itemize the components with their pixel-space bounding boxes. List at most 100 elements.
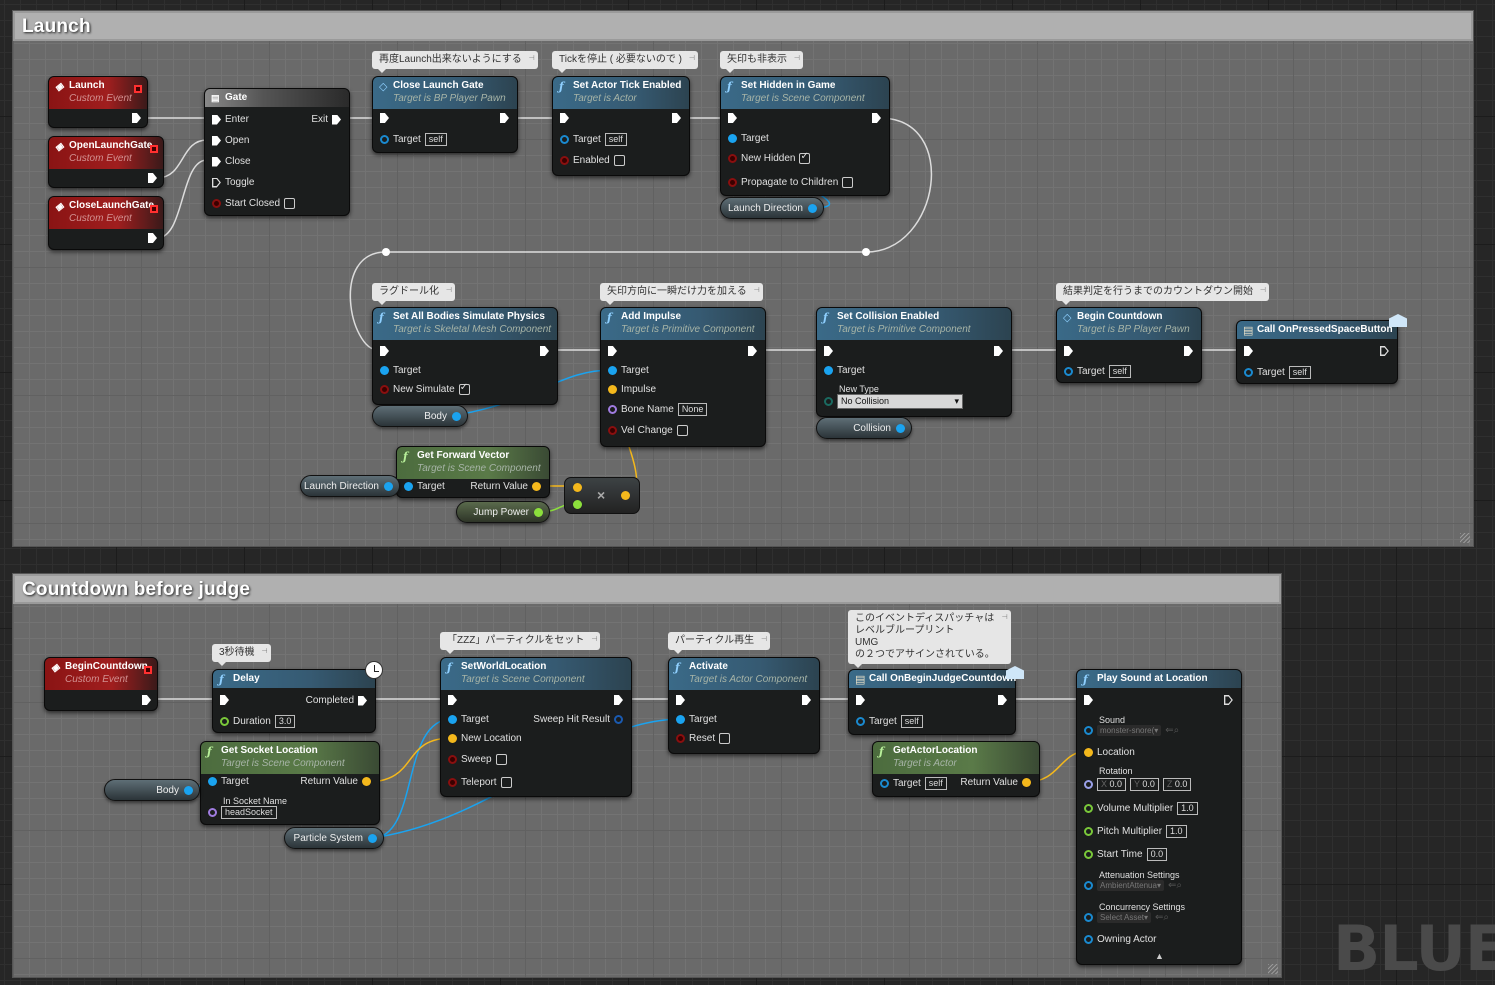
bool-pin[interactable] [380, 385, 389, 394]
exec-in-pin[interactable] [1064, 346, 1073, 356]
bool-pin[interactable] [676, 734, 685, 743]
name-pin[interactable] [208, 808, 217, 817]
object-pin[interactable] [1084, 726, 1093, 735]
exec-out-pin[interactable] [614, 695, 623, 705]
node-set-all-bodies-simulate-physics[interactable]: ƒ Set All Bodies Simulate Physics Target i… [372, 307, 558, 405]
float-pin[interactable] [573, 500, 582, 509]
object-pin[interactable] [1084, 881, 1093, 890]
bool-pin[interactable] [728, 154, 737, 163]
var-launch-direction[interactable]: Launch Direction [720, 197, 824, 219]
resize-handle[interactable] [1460, 533, 1470, 543]
object-pin[interactable] [1084, 913, 1093, 922]
object-pin[interactable] [560, 135, 569, 144]
bool-pin[interactable] [608, 426, 617, 435]
bool-pin[interactable] [448, 755, 457, 764]
float-pin[interactable] [1084, 804, 1093, 813]
concurrency-asset-picker[interactable]: Select Asset▾ [1097, 912, 1152, 923]
float-pin[interactable] [1084, 827, 1093, 836]
delegate-pin-icon[interactable] [134, 85, 142, 93]
object-pin[interactable] [448, 715, 457, 724]
object-pin[interactable] [380, 135, 389, 144]
exec-in-pin[interactable] [1084, 695, 1093, 705]
node-close-launch-gate[interactable]: ◇ Close Launch Gate Target is BP Player Pa… [372, 76, 518, 153]
object-pin[interactable] [676, 715, 685, 724]
sweep-checkbox[interactable] [495, 754, 507, 765]
reset-checkbox[interactable] [719, 733, 731, 744]
float-pin[interactable] [220, 717, 229, 726]
exec-in-pin[interactable] [380, 346, 389, 356]
exec-out-pin[interactable] [358, 695, 367, 706]
node-activate[interactable]: ƒ Activate Target is Actor Component Targe… [668, 657, 820, 754]
node-call-onpressedspacebutton[interactable]: ▤ Call OnPressedSpaceButton Target self [1236, 320, 1398, 384]
rotator-pin[interactable] [1084, 780, 1093, 789]
object-pin[interactable] [384, 481, 393, 491]
delegate-pin-icon[interactable] [144, 666, 152, 674]
exec-in-pin[interactable] [212, 114, 221, 125]
name-pin[interactable] [608, 405, 617, 414]
node-add-impulse[interactable]: ƒ Add Impulse Target is Primitive Componen… [600, 307, 766, 447]
rotation-y-field[interactable]: Y 0.0 [1130, 778, 1159, 791]
object-pin[interactable] [1244, 368, 1253, 377]
var-collision[interactable]: Collision [816, 417, 912, 439]
propagate-checkbox[interactable] [842, 177, 854, 188]
node-call-onbeginjudgecountdown[interactable]: ▤ Call OnBeginJudgeCountdown Target self [848, 669, 1016, 735]
exec-out-pin[interactable] [672, 113, 681, 123]
node-get-forward-vector[interactable]: ƒ Get Forward Vector Target is Scene Compo… [396, 446, 550, 498]
new-hidden-checkbox[interactable] [799, 151, 811, 164]
node-multiply[interactable]: × [564, 477, 640, 514]
collapse-arrow-icon[interactable]: ▲ [1155, 951, 1164, 961]
var-jump-power[interactable]: Jump Power [456, 501, 550, 523]
rotation-x-field[interactable]: X 0.0 [1097, 778, 1127, 791]
exec-in-pin[interactable] [728, 113, 737, 123]
exec-out-pin[interactable] [540, 346, 549, 356]
exec-in-pin[interactable] [220, 695, 229, 705]
bool-pin[interactable] [728, 178, 737, 187]
exec-in-pin[interactable] [608, 346, 617, 356]
node-set-actor-tick-enabled[interactable]: ƒ Set Actor Tick Enabled Target is Actor T… [552, 76, 690, 176]
object-pin[interactable] [380, 366, 389, 375]
enabled-checkbox[interactable] [613, 155, 625, 166]
exec-out-pin[interactable] [132, 113, 141, 123]
object-pin[interactable] [608, 366, 617, 375]
exec-out-pin[interactable] [872, 113, 881, 123]
exec-out-pin[interactable] [802, 695, 811, 705]
socket-name-field[interactable]: headSocket [221, 806, 277, 819]
attenuation-asset-picker[interactable]: AmbientAttenua▾ [1097, 880, 1164, 891]
vector-pin[interactable] [608, 385, 617, 394]
new-type-dropdown[interactable]: No Collision ▾ [837, 394, 963, 409]
node-get-socket-location[interactable]: ƒ Get Socket Location Target is Scene Comp… [200, 741, 380, 825]
node-set-collision-enabled[interactable]: ƒ Set Collision Enabled Target is Primitiv… [816, 307, 1012, 417]
object-pin[interactable] [896, 423, 905, 433]
object-pin[interactable] [1084, 935, 1093, 944]
exec-out-pin[interactable] [1184, 346, 1193, 356]
node-delay[interactable]: ƒ Delay Completed Duration 3.0 [212, 669, 376, 733]
object-pin[interactable] [808, 203, 817, 213]
resize-handle[interactable] [1268, 964, 1278, 974]
exec-out-pin[interactable] [1224, 695, 1233, 705]
vector-pin[interactable] [1084, 748, 1093, 757]
exec-out-pin[interactable] [748, 346, 757, 356]
object-pin[interactable] [452, 411, 461, 421]
enum-pin[interactable] [824, 397, 833, 406]
vector-pin[interactable] [362, 777, 371, 786]
object-pin[interactable] [404, 482, 413, 491]
node-play-sound-at-location[interactable]: ƒ Play Sound at Location Sound monster-sn… [1076, 669, 1242, 965]
exec-out-pin[interactable] [500, 113, 509, 123]
new-simulate-checkbox[interactable] [458, 382, 470, 395]
vector-pin[interactable] [448, 734, 457, 743]
object-pin[interactable] [208, 777, 217, 786]
exec-in-pin[interactable] [676, 695, 685, 705]
float-pin[interactable] [534, 507, 543, 517]
node-setworldlocation[interactable]: ƒ SetWorldLocation Target is Scene Compone… [440, 657, 632, 797]
var-body[interactable]: Body [372, 405, 468, 427]
struct-pin[interactable] [614, 715, 623, 724]
exec-in-pin[interactable] [212, 156, 221, 167]
sound-asset-picker[interactable]: monster-snore(▾ [1097, 725, 1162, 736]
exec-out-pin[interactable] [148, 233, 157, 243]
node-openlaunchgate-event[interactable]: ◈ OpenLaunchGate Custom Event [48, 136, 164, 188]
exec-in-pin[interactable] [1244, 346, 1253, 356]
bool-pin[interactable] [448, 778, 457, 787]
exec-in-pin[interactable] [448, 695, 457, 705]
object-pin[interactable] [824, 366, 833, 375]
exec-in-pin[interactable] [212, 178, 221, 188]
